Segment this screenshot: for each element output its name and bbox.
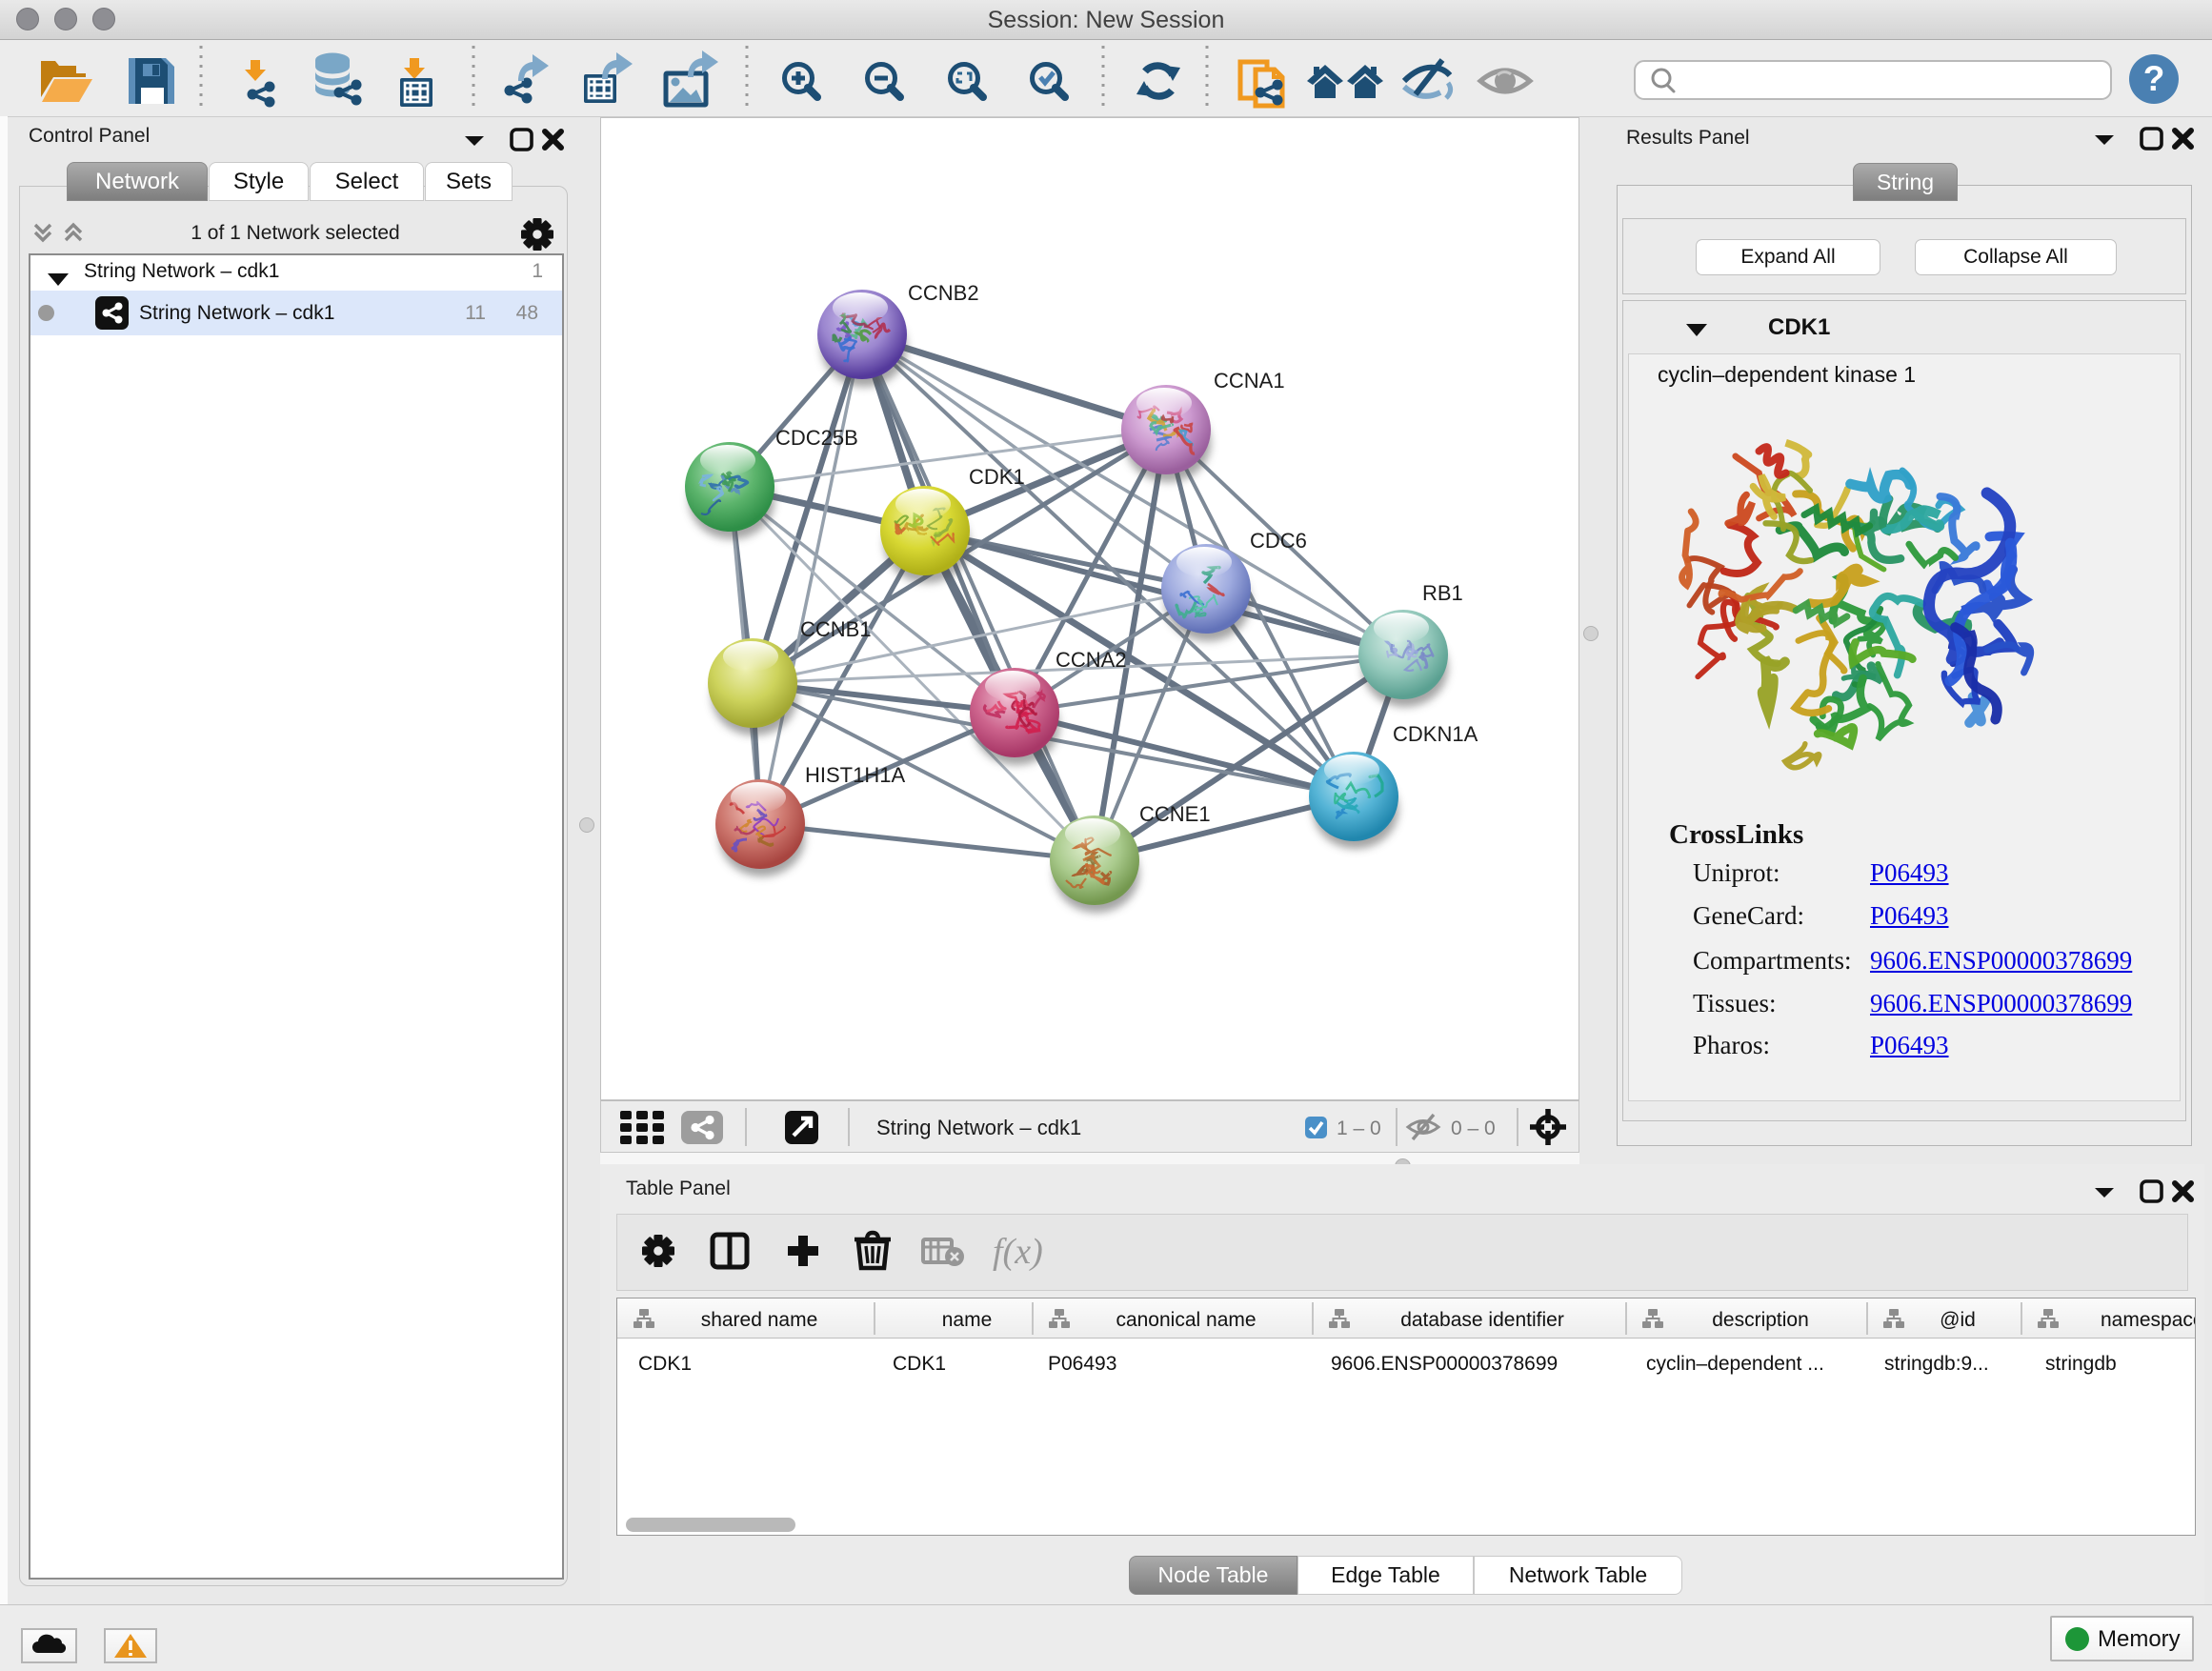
svg-text:?: ? — [2143, 59, 2165, 98]
svg-text:CCNB2: CCNB2 — [908, 281, 979, 305]
svg-text:name: name — [942, 1309, 993, 1331]
svg-text:shared name: shared name — [701, 1309, 818, 1331]
svg-text:CCNA2: CCNA2 — [1056, 648, 1127, 672]
svg-text:CCNB1: CCNB1 — [800, 617, 872, 641]
svg-text:namespace: namespace — [2101, 1309, 2195, 1331]
svg-text:@id: @id — [1940, 1309, 1976, 1331]
svg-text:String Network – cdk1: String Network – cdk1 — [876, 1116, 1081, 1139]
svg-text:HIST1H1A: HIST1H1A — [805, 763, 905, 787]
svg-text:CDK1: CDK1 — [969, 465, 1025, 489]
svg-text:CDC6: CDC6 — [1250, 529, 1307, 553]
svg-text:0 – 0: 0 – 0 — [1451, 1117, 1496, 1139]
svg-text:database identifier: database identifier — [1400, 1309, 1564, 1331]
svg-text:f(x): f(x) — [993, 1232, 1043, 1272]
svg-text:CCNA1: CCNA1 — [1214, 369, 1285, 393]
svg-text:CDKN1A: CDKN1A — [1393, 722, 1478, 746]
svg-text:CCNE1: CCNE1 — [1139, 802, 1211, 826]
svg-text:CDC25B: CDC25B — [775, 426, 858, 450]
svg-text:RB1: RB1 — [1422, 581, 1463, 605]
svg-text:description: description — [1712, 1309, 1809, 1331]
svg-text:canonical name: canonical name — [1116, 1309, 1256, 1331]
svg-text:1 – 0: 1 – 0 — [1337, 1117, 1381, 1139]
